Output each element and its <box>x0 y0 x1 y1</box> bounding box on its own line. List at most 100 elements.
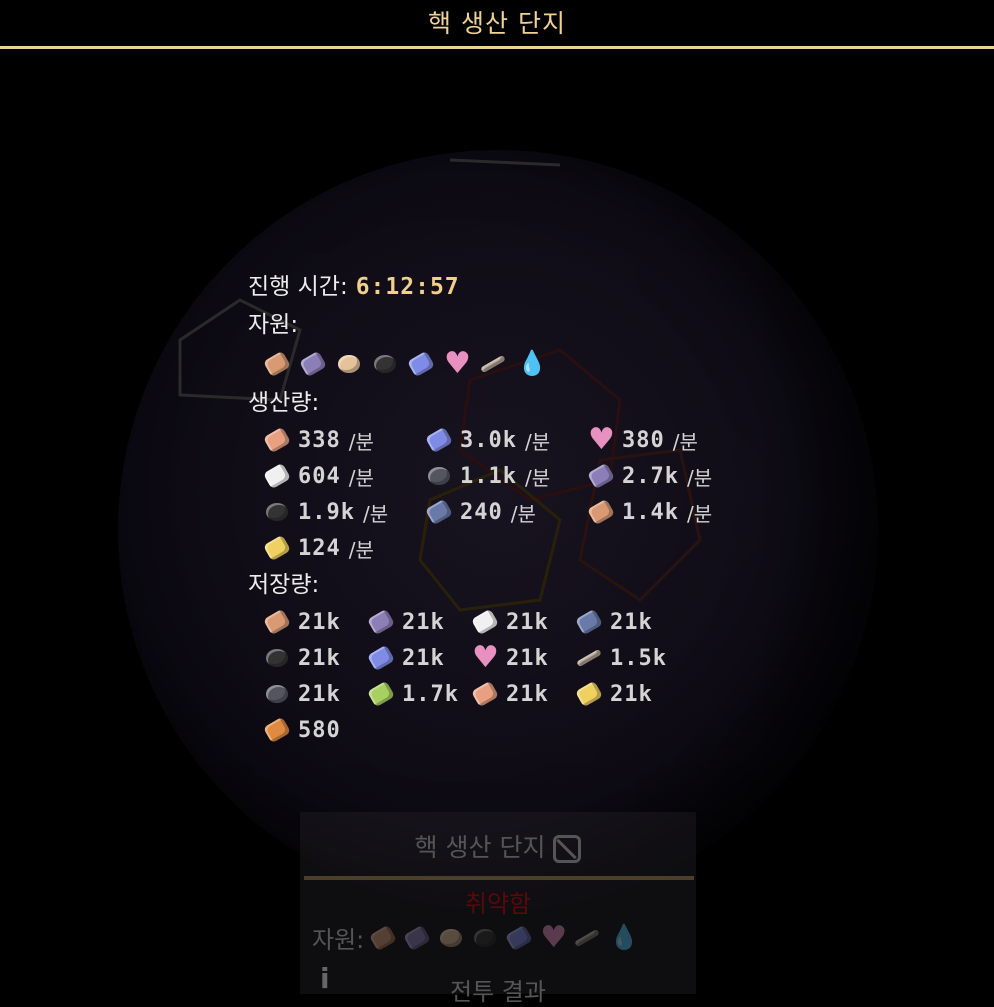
title-bar: 핵 생산 단지 <box>0 0 994 49</box>
grid-line: 580 <box>262 712 768 748</box>
item-entry: 21k <box>470 643 574 673</box>
resources-label: 자원: <box>248 312 299 338</box>
silicon-icon <box>574 607 604 637</box>
item-entry: 604/분 <box>262 461 424 491</box>
grid-line: 338/분3.0k/분380/분 <box>262 422 768 458</box>
item-amount: 124 <box>298 535 341 561</box>
item-amount: 21k <box>506 681 549 707</box>
rate-unit: /분 <box>510 501 536 526</box>
item-entry: 580 <box>262 715 366 745</box>
sector-panel-title-text: 핵 생산 단지 <box>414 833 546 862</box>
item-amount: 338 <box>298 427 341 453</box>
spore-pod-icon <box>586 425 616 455</box>
item-entry: 338/분 <box>262 425 424 455</box>
resource-icons-row <box>262 344 768 384</box>
item-entry: 21k <box>262 643 366 673</box>
sector-panel-resources: 자원: <box>312 920 636 955</box>
rate-unit: /분 <box>362 501 389 526</box>
production-label: 생산량: <box>248 390 320 416</box>
item-entry: 240/분 <box>424 497 586 527</box>
sector-panel-title: 핵 생산 단지 <box>300 828 696 864</box>
item-amount: 1.4k <box>622 499 679 525</box>
item-amount: 21k <box>298 645 341 671</box>
surge-alloy-icon <box>262 533 292 563</box>
lead-icon <box>402 923 432 953</box>
rate-unit: /분 <box>348 537 374 562</box>
rate-unit: /분 <box>686 465 713 490</box>
item-entry: 21k <box>470 607 574 637</box>
grid-line: 21k 1.7k 21k 21k <box>262 676 768 712</box>
plastanium-icon <box>470 679 500 709</box>
sector-info-tooltip: 진행 시간:6:12:57 자원: 생산량: 338/분3.0k/분380/분6… <box>248 268 768 748</box>
rate-unit: /분 <box>686 501 713 526</box>
item-entry: 21k <box>366 643 470 673</box>
item-entry: 21k <box>470 679 574 709</box>
coal-icon <box>470 923 500 953</box>
battle-results-label: 전투 결과 <box>450 978 546 1006</box>
item-amount: 21k <box>402 609 445 635</box>
item-entry: 21k <box>574 607 678 637</box>
titanium-icon <box>504 923 534 953</box>
elapsed-time-value: 6:12:57 <box>355 274 460 300</box>
item-entry: 21k <box>366 607 470 637</box>
item-amount: 3.0k <box>460 427 517 453</box>
item-amount: 1.7k <box>402 681 459 707</box>
rate-unit: /분 <box>348 429 374 454</box>
production-grid: 338/분3.0k/분380/분604/분1.1k/분2.7k/분1.9k/분2… <box>262 422 768 566</box>
sector-panel-background: 핵 생산 단지 취약함 자원: i 전투 결과 <box>300 812 696 1006</box>
spore-pod-icon <box>442 349 472 379</box>
divider <box>304 876 694 880</box>
graphite-icon <box>262 679 292 709</box>
sand-icon <box>436 923 466 953</box>
item-amount: 604 <box>298 463 341 489</box>
vulnerable-status: 취약함 <box>464 890 532 918</box>
storage-label: 저장량: <box>248 572 320 598</box>
metaglass-icon <box>470 607 500 637</box>
item-entry: 1.9k/분 <box>262 497 424 527</box>
rate-unit: /분 <box>524 429 551 454</box>
item-amount: 1.5k <box>610 645 667 671</box>
coal-icon <box>262 497 292 527</box>
scrap-icon <box>574 643 604 673</box>
coal-icon <box>262 643 292 673</box>
grid-line: 124/분 <box>262 530 768 566</box>
item-amount: 21k <box>298 609 341 635</box>
item-amount: 21k <box>506 645 549 671</box>
item-entry: 3.0k/분 <box>424 425 586 455</box>
blocked-icon <box>553 835 582 863</box>
item-amount: 1.1k <box>460 463 517 489</box>
grid-line: 21k 21k 21k 21k <box>262 604 768 640</box>
item-amount: 580 <box>298 717 341 743</box>
elapsed-time-label: 진행 시간: <box>248 274 348 300</box>
item-entry: 1.4k/분 <box>586 497 748 527</box>
item-entry: 2.7k/분 <box>586 461 748 491</box>
cryofluid-icon <box>514 349 544 379</box>
item-amount: 380 <box>622 427 665 453</box>
item-amount: 21k <box>506 609 549 635</box>
metaglass-icon <box>262 461 292 491</box>
item-amount: 240 <box>460 499 503 525</box>
lead-icon <box>586 461 616 491</box>
spore-pod-icon <box>470 643 500 673</box>
rate-unit: /분 <box>524 465 551 490</box>
item-entry: 21k <box>574 679 678 709</box>
rate-unit: /분 <box>672 429 698 454</box>
phase-fabric-icon <box>366 679 396 709</box>
item-entry: 1.5k <box>574 643 678 673</box>
grid-line: 21k 21k 21k 1.5k <box>262 640 768 676</box>
elapsed-time-row: 진행 시간: 6:12:57 <box>248 268 768 306</box>
item-amount: 2.7k <box>622 463 679 489</box>
sector-panel-resources-label: 자원: <box>312 926 365 954</box>
titanium-icon <box>366 643 396 673</box>
scrap-icon <box>478 349 508 379</box>
lead-icon <box>298 349 328 379</box>
cryofluid-icon <box>606 923 636 953</box>
coal-icon <box>370 349 400 379</box>
lead-icon <box>366 607 396 637</box>
item-amount: 21k <box>402 645 445 671</box>
item-entry: 21k <box>262 607 366 637</box>
item-amount: 21k <box>610 609 653 635</box>
grid-line: 1.9k/분 240/분 1.4k/분 <box>262 494 768 530</box>
silicon-icon <box>424 497 454 527</box>
titanium-icon <box>406 349 436 379</box>
